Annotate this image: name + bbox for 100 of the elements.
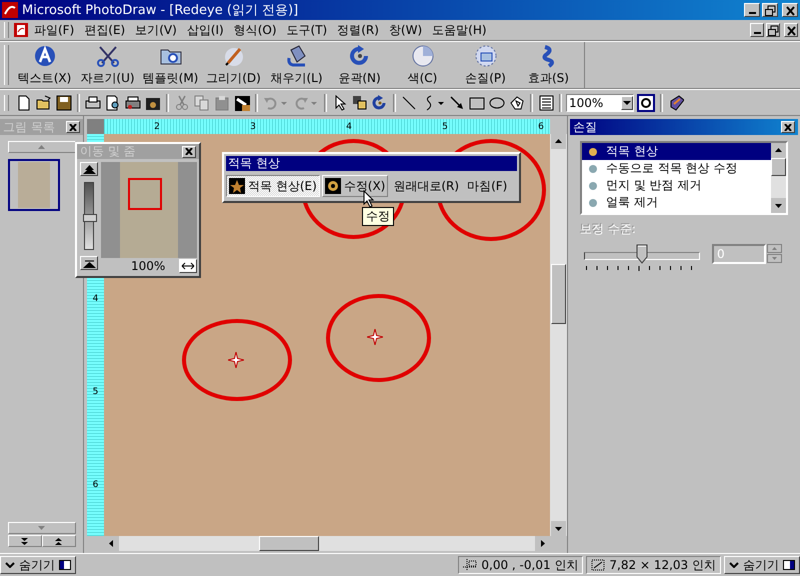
new-document-icon[interactable] xyxy=(16,94,32,110)
zoom-out-button[interactable] xyxy=(80,256,98,270)
toolbar-button[interactable]: 마침(F) xyxy=(464,175,510,197)
ruler-number: 2 xyxy=(153,122,161,132)
scroll-top-button[interactable] xyxy=(42,535,76,547)
arrow-icon[interactable] xyxy=(449,94,465,110)
minimize-button[interactable] xyxy=(744,3,760,17)
line-icon[interactable] xyxy=(401,94,417,110)
dot-icon xyxy=(588,180,598,190)
panel-icon xyxy=(59,560,71,570)
clipboard-icon[interactable] xyxy=(214,94,230,110)
toolbar-button[interactable]: 색(C) xyxy=(391,43,454,87)
thumbnail[interactable] xyxy=(8,159,60,211)
toolbar-grip xyxy=(4,45,9,85)
scissors-icon xyxy=(96,44,120,68)
shape-icon[interactable] xyxy=(509,94,525,110)
printer-icon[interactable] xyxy=(85,94,101,110)
menu-item[interactable]: 파일(F) xyxy=(29,22,80,38)
letter-icon xyxy=(32,44,56,68)
toolbar-button[interactable]: 원래대로(R) xyxy=(390,175,462,197)
overlapping-squares-icon[interactable] xyxy=(352,94,368,110)
toolbar-button[interactable]: 수정(X) xyxy=(322,175,388,197)
print-preview-icon[interactable] xyxy=(105,94,121,110)
toolbar-button[interactable]: 템플릿(M) xyxy=(139,43,202,87)
menu-item[interactable]: 삽입(I) xyxy=(182,22,229,38)
toolbar-button[interactable]: 윤곽(N) xyxy=(328,43,391,87)
rectangle-icon[interactable] xyxy=(469,94,485,110)
ruler-number: 4 xyxy=(92,294,100,304)
list-item[interactable]: 먼지 및 반점 제거 xyxy=(582,177,771,194)
panel-title: 손질 xyxy=(573,118,597,136)
menu-item[interactable]: 형식(O) xyxy=(228,22,282,38)
down-chevron-icon xyxy=(5,562,15,568)
book-icon[interactable] xyxy=(668,94,684,110)
scroll-up-button[interactable] xyxy=(8,141,76,153)
toolbar-button[interactable]: 적목 현상(E) xyxy=(226,175,320,197)
toolbar-button[interactable]: 손질(P) xyxy=(454,43,517,87)
toolbar-grip xyxy=(4,94,9,110)
text-frame-icon[interactable] xyxy=(538,94,554,110)
scroll-down-button[interactable] xyxy=(8,522,76,534)
list-item[interactable]: 적목 현상 xyxy=(582,143,771,160)
menu-item[interactable]: 도구(T) xyxy=(282,22,332,38)
fit-image-icon[interactable] xyxy=(637,94,655,112)
list-item[interactable]: 얼룩 제거 xyxy=(582,194,771,211)
toolbar-title: 적목 현상 xyxy=(226,156,517,171)
menu-item[interactable]: 도움말(H) xyxy=(427,22,492,38)
zoom-slider-thumb[interactable] xyxy=(83,214,97,222)
strength-label: 보정 수준: xyxy=(580,221,637,238)
double-up-arrow-icon xyxy=(55,538,62,544)
document-icon xyxy=(13,22,29,38)
restore-button[interactable] xyxy=(762,3,778,17)
open-folder-icon[interactable] xyxy=(36,94,52,110)
restore-button[interactable] xyxy=(766,23,780,37)
size-icon xyxy=(591,559,606,571)
minimize-icon xyxy=(754,32,760,34)
eye-icon xyxy=(324,178,341,194)
window-title: Microsoft PhotoDraw - [Redeye (읽기 전용)] xyxy=(22,2,298,19)
scanner-icon[interactable] xyxy=(125,94,141,110)
zoom-dropdown[interactable]: 100% xyxy=(566,94,634,112)
ruler-number: 5 xyxy=(441,122,449,132)
toolbar-button[interactable]: 자르기(U) xyxy=(76,43,139,87)
toolbar-button[interactable]: 그리기(D) xyxy=(202,43,265,87)
rotate-icon[interactable] xyxy=(372,94,388,110)
list-scrollbar[interactable] xyxy=(771,143,786,213)
dot-icon xyxy=(588,146,598,156)
ruler-number: 3 xyxy=(249,122,257,132)
ellipse-icon[interactable] xyxy=(489,94,505,110)
scroll-thumb[interactable] xyxy=(771,158,786,176)
zoom-percent: 100% xyxy=(131,259,166,273)
scroll-bottom-button[interactable] xyxy=(8,535,42,547)
menu-item[interactable]: 창(W) xyxy=(384,22,428,38)
scroll-thumb[interactable] xyxy=(551,264,566,324)
hide-button[interactable]: 숨기기 xyxy=(724,556,800,574)
minimize-button[interactable] xyxy=(750,23,764,37)
close-button[interactable] xyxy=(784,23,798,37)
toolbar-grip xyxy=(4,22,9,38)
fit-button[interactable] xyxy=(179,259,197,273)
zoom-in-button[interactable] xyxy=(80,162,98,176)
paintbrush-icon[interactable] xyxy=(234,94,250,110)
scroll-thumb[interactable] xyxy=(259,536,319,551)
position-icon xyxy=(463,559,478,571)
size-readout: 7,82 × 12,03 인치 xyxy=(609,556,716,574)
list-item[interactable]: 수동으로 적목 현상 수정 xyxy=(582,160,771,177)
close-button[interactable] xyxy=(782,3,798,17)
close-button[interactable] xyxy=(781,121,795,133)
restore-icon xyxy=(763,4,777,16)
color-ball-icon xyxy=(410,44,434,68)
toolbar-button[interactable]: 채우기(L) xyxy=(265,43,328,87)
hide-button[interactable]: 숨기기 xyxy=(0,556,76,574)
up-triangle-icon xyxy=(82,164,96,174)
toolbar-button[interactable]: 텍스트(X) xyxy=(13,43,76,87)
save-icon[interactable] xyxy=(56,94,72,110)
menu-item[interactable]: 보기(V) xyxy=(130,22,182,38)
dropdown-arrow-icon xyxy=(623,100,631,104)
toolbar-button[interactable]: 효과(S) xyxy=(517,43,580,87)
dot-icon xyxy=(588,164,598,174)
menu-item[interactable]: 편집(E) xyxy=(79,22,130,38)
ruler-number: 5 xyxy=(92,387,100,397)
menu-item[interactable]: 정렬(R) xyxy=(332,22,384,38)
star-icon xyxy=(229,178,245,194)
copy-icon[interactable] xyxy=(194,94,210,110)
